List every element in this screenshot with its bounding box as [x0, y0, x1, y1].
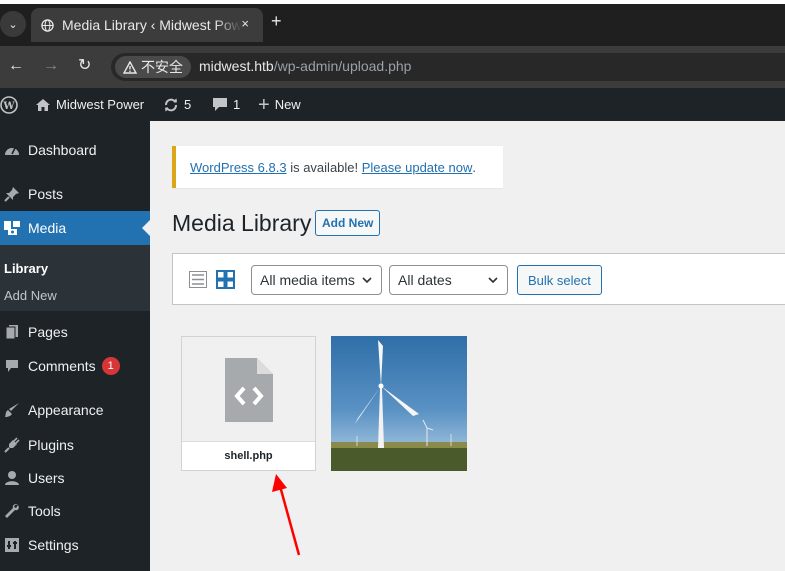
tab-list-chevron-icon[interactable]: ⌄ — [0, 11, 26, 37]
brush-icon — [2, 402, 22, 418]
url-path: /wp-admin/upload.php — [273, 58, 412, 74]
sidebar-item-label: Comments — [28, 358, 96, 374]
reload-icon[interactable]: ↻ — [78, 57, 91, 75]
new-label: New — [274, 97, 301, 112]
date-filter-value: All dates — [398, 272, 452, 288]
submenu-add-new[interactable]: Add New — [4, 288, 57, 303]
browser-tab-bar: ⌄ Media Library ‹ Midwest Power — WordPr… — [0, 0, 785, 46]
media-icon — [2, 220, 22, 236]
updates-link[interactable]: 5 — [163, 88, 191, 121]
dashboard-icon — [2, 143, 22, 157]
new-content-link[interactable]: + New — [258, 88, 301, 121]
browser-toolbar: ← → ↻ 不安全 midwest.htb/wp-admin/upload.ph… — [0, 46, 785, 88]
back-icon[interactable]: ← — [8, 57, 24, 75]
bulk-select-button[interactable]: Bulk select — [517, 265, 602, 295]
version-link[interactable]: WordPress 6.8.3 — [190, 160, 287, 175]
warning-triangle-icon — [123, 60, 137, 74]
url-host: midwest.htb — [199, 58, 274, 74]
home-icon — [36, 98, 50, 111]
grid-view-icon[interactable] — [216, 270, 235, 289]
chevron-down-icon — [362, 277, 372, 284]
browser-tab[interactable]: Media Library ‹ Midwest Power — WordPres… — [31, 8, 263, 42]
sidebar-item-label: Posts — [28, 186, 64, 202]
svg-text:W: W — [2, 101, 15, 112]
user-icon — [2, 470, 22, 486]
sidebar-item-comments[interactable]: Comments 1 — [0, 349, 150, 383]
sidebar-item-label: Users — [28, 470, 65, 486]
sidebar-item-appearance[interactable]: Appearance — [0, 393, 150, 427]
sidebar-item-label: Settings — [28, 537, 79, 553]
settings-icon — [2, 537, 22, 553]
globe-icon — [41, 18, 54, 32]
notice-text: is available! — [286, 159, 362, 175]
add-new-button[interactable]: Add New — [315, 210, 381, 236]
security-chip[interactable]: 不安全 — [115, 56, 191, 78]
annotation-arrow — [272, 474, 301, 556]
site-name-link[interactable]: Midwest Power — [35, 88, 144, 121]
updates-icon — [165, 98, 177, 111]
comments-count: 1 — [233, 97, 241, 112]
sidebar-item-plugins[interactable]: Plugins — [0, 428, 150, 462]
new-tab-button[interactable]: + — [271, 11, 282, 31]
wordpress-logo-icon[interactable]: W — [0, 88, 18, 121]
media-submenu: Library Add New — [0, 245, 150, 311]
sidebar-item-dashboard[interactable]: Dashboard — [0, 133, 150, 167]
update-now-link[interactable]: Please update now — [362, 160, 473, 175]
update-notice: WordPress 6.8.3 is available! Please upd… — [172, 146, 503, 188]
plug-icon — [2, 437, 22, 453]
pages-icon — [2, 324, 22, 340]
sidebar-item-label: Pages — [28, 324, 68, 340]
attachment-filename: shell.php — [182, 441, 315, 470]
address-bar[interactable]: 不安全 midwest.htb/wp-admin/upload.php — [111, 53, 785, 81]
site-name: Midwest Power — [56, 97, 145, 112]
sidebar-item-pages[interactable]: Pages — [0, 315, 150, 349]
sidebar-item-label: Appearance — [28, 402, 104, 418]
sidebar-item-media[interactable]: Media — [0, 211, 150, 245]
comment-bubble-icon — [213, 98, 227, 111]
submenu-library[interactable]: Library — [4, 261, 48, 276]
sidebar-item-tools[interactable]: Tools — [0, 494, 150, 528]
media-type-value: All media items — [260, 272, 355, 288]
comment-icon — [2, 359, 22, 373]
security-label: 不安全 — [141, 60, 183, 76]
sidebar-item-posts[interactable]: Posts — [0, 177, 150, 211]
sidebar-item-users[interactable]: Users — [0, 461, 150, 495]
list-view-icon[interactable] — [189, 271, 207, 288]
attachment-wind-turbine-image[interactable] — [331, 336, 467, 471]
media-type-filter[interactable]: All media items — [251, 265, 382, 295]
wind-turbine-image — [331, 336, 467, 471]
sidebar-item-label: Dashboard — [28, 142, 97, 158]
chevron-down-icon — [488, 277, 498, 284]
admin-sidebar: Dashboard Posts Media Library Add New Pa… — [0, 121, 150, 571]
wp-admin-bar: W Midwest Power 5 1 + New — [0, 88, 785, 121]
code-file-icon — [225, 358, 273, 422]
plus-icon: + — [258, 93, 270, 116]
page-title: Media Library — [172, 210, 312, 236]
notice-end: . — [472, 159, 476, 175]
tab-title: Media Library ‹ Midwest Power — WordPres… — [62, 17, 242, 33]
comments-link[interactable]: 1 — [212, 88, 240, 121]
sidebar-item-label: Tools — [28, 503, 61, 519]
media-toolbar: All media items All dates Bulk select — [172, 253, 785, 305]
top-edge-strip — [0, 0, 785, 4]
comments-badge: 1 — [101, 357, 120, 375]
attachment-shell-php[interactable]: shell.php — [181, 336, 316, 471]
tab-close-icon[interactable]: × — [241, 16, 249, 31]
wrench-icon — [2, 503, 22, 519]
date-filter[interactable]: All dates — [389, 265, 508, 295]
sidebar-item-label: Plugins — [28, 437, 74, 453]
sidebar-item-label: Media — [28, 220, 67, 236]
url-text[interactable]: midwest.htb/wp-admin/upload.php — [199, 58, 411, 74]
pin-icon — [2, 186, 22, 202]
sidebar-item-settings[interactable]: Settings — [0, 528, 150, 562]
forward-icon[interactable]: → — [43, 57, 59, 75]
updates-count: 5 — [184, 97, 192, 112]
